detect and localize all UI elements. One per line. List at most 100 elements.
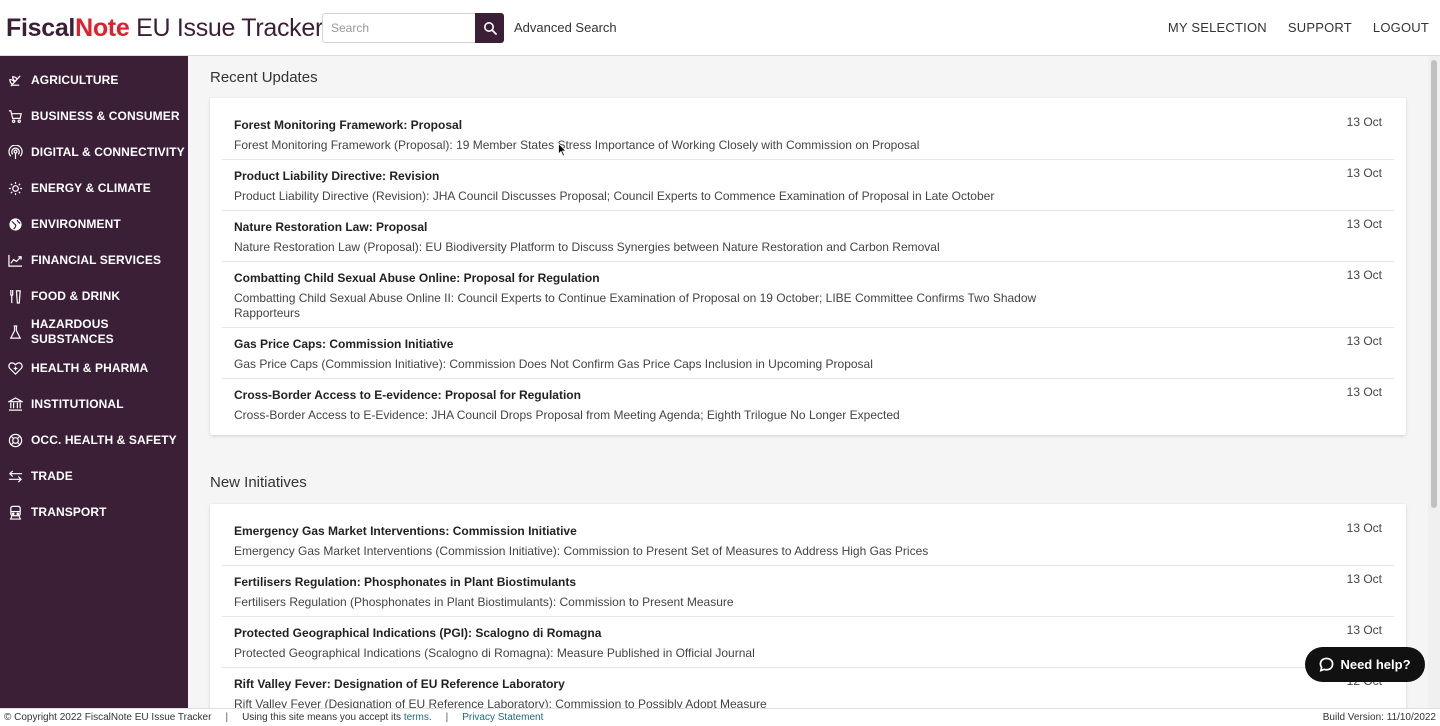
privacy-statement-link[interactable]: Privacy Statement	[462, 712, 543, 723]
sidebar-item-health-pharma[interactable]: HEALTH & PHARMA	[0, 350, 188, 386]
app-logo[interactable]: FiscalNote EU Issue Tracker	[6, 13, 323, 43]
item-description: Nature Restoration Law (Proposal): EU Bi…	[234, 240, 940, 254]
item-description: Forest Monitoring Framework (Proposal): …	[234, 138, 920, 152]
utensils-icon	[7, 288, 23, 304]
logo-note: Note	[75, 14, 130, 42]
list-item[interactable]: Combatting Child Sexual Abuse Online: Pr…	[222, 262, 1394, 328]
sidebar-item-occ-health-safety[interactable]: OCC. HEALTH & SAFETY	[0, 422, 188, 458]
scrollbar-thumb[interactable]	[1431, 60, 1437, 508]
list-item[interactable]: Protected Geographical Indications (PGI)…	[222, 617, 1394, 668]
main-content: Recent Updates Forest Monitoring Framewo…	[188, 56, 1428, 708]
item-title[interactable]: Product Liability Directive: Revision	[234, 168, 1382, 184]
building-icon	[7, 396, 23, 412]
top-nav: MY SELECTION SUPPORT LOGOUT	[1168, 20, 1429, 35]
item-title[interactable]: Emergency Gas Market Interventions: Comm…	[234, 523, 1382, 539]
need-help-button[interactable]: Need help?	[1305, 647, 1425, 682]
lifebuoy-icon	[7, 432, 23, 448]
sidebar-item-label: FOOD & DRINK	[31, 288, 121, 303]
sidebar-item-transport[interactable]: TRANSPORT	[0, 494, 188, 530]
item-title[interactable]: Rift Valley Fever: Designation of EU Ref…	[234, 676, 1382, 692]
item-description: Product Liability Directive (Revision): …	[234, 189, 995, 203]
chart-icon	[7, 252, 23, 268]
bus-icon	[7, 504, 23, 520]
sidebar-item-business-consumer[interactable]: BUSINESS & CONSUMER	[0, 98, 188, 134]
page-scrollbar[interactable]	[1428, 56, 1440, 708]
item-description: Protected Geographical Indications (Scal…	[234, 646, 755, 660]
sidebar-item-label: AGRICULTURE	[31, 72, 119, 87]
sun-icon	[7, 180, 23, 196]
list-item[interactable]: Fertilisers Regulation: Phosphonates in …	[222, 566, 1394, 617]
item-title[interactable]: Cross-Border Access to E-evidence: Propo…	[234, 387, 1382, 403]
sidebar-item-label: ENERGY & CLIMATE	[31, 180, 151, 195]
item-description: Fertilisers Regulation (Phosphonates in …	[234, 595, 734, 609]
item-description: Combatting Child Sexual Abuse Online II:…	[234, 291, 1037, 320]
new-initiatives-title: New Initiatives	[210, 474, 307, 491]
sidebar: AGRICULTURE BUSINESS & CONSUMER DIGITAL …	[0, 56, 188, 708]
item-title[interactable]: Forest Monitoring Framework: Proposal	[234, 117, 1382, 133]
sidebar-item-trade[interactable]: TRADE	[0, 458, 188, 494]
advanced-search-link[interactable]: Advanced Search	[514, 20, 617, 35]
logo-fiscal: Fiscal	[6, 14, 76, 42]
top-header: FiscalNote EU Issue Tracker Advanced Sea…	[0, 0, 1440, 56]
item-date: 13 Oct	[1346, 115, 1382, 129]
copyright-text: © Copyright 2022 FiscalNote EU Issue Tra…	[4, 712, 212, 723]
sidebar-item-energy-climate[interactable]: ENERGY & CLIMATE	[0, 170, 188, 206]
list-item[interactable]: Cross-Border Access to E-evidence: Propo…	[222, 379, 1394, 429]
search-button[interactable]	[475, 13, 504, 43]
list-item[interactable]: Emergency Gas Market Interventions: Comm…	[222, 515, 1394, 566]
list-item[interactable]: Forest Monitoring Framework: Proposal Fo…	[222, 109, 1394, 160]
sidebar-item-label: DIGITAL & CONNECTIVITY	[31, 144, 185, 159]
chat-bubble-icon	[1320, 657, 1334, 672]
sidebar-item-agriculture[interactable]: AGRICULTURE	[0, 62, 188, 98]
sidebar-item-hazardous-substances[interactable]: HAZARDOUS SUBSTANCES	[0, 314, 188, 350]
item-title[interactable]: Fertilisers Regulation: Phosphonates in …	[234, 574, 1382, 590]
item-date: 13 Oct	[1346, 166, 1382, 180]
footer-separator: |	[445, 712, 449, 723]
item-description: Emergency Gas Market Interventions (Comm…	[234, 544, 929, 558]
item-title[interactable]: Protected Geographical Indications (PGI)…	[234, 625, 1382, 641]
logo-product: EU Issue Tracker	[129, 14, 324, 42]
item-title[interactable]: Combatting Child Sexual Abuse Online: Pr…	[234, 270, 1382, 286]
item-date: 13 Oct	[1346, 385, 1382, 399]
globe-icon	[7, 216, 23, 232]
sidebar-item-label: FINANCIAL SERVICES	[31, 252, 162, 267]
new-initiatives-card: Emergency Gas Market Interventions: Comm…	[210, 504, 1406, 708]
need-help-label: Need help?	[1340, 657, 1411, 672]
footer-separator: |	[225, 712, 229, 723]
nav-support[interactable]: SUPPORT	[1288, 20, 1352, 35]
sidebar-item-institutional[interactable]: INSTITUTIONAL	[0, 386, 188, 422]
terms-prefix: Using this site means you accept its	[242, 712, 404, 723]
sidebar-item-environment[interactable]: ENVIRONMENT	[0, 206, 188, 242]
terms-suffix: .	[428, 712, 432, 723]
item-title[interactable]: Nature Restoration Law: Proposal	[234, 219, 1382, 235]
list-item[interactable]: Nature Restoration Law: Proposal Nature …	[222, 211, 1394, 262]
sidebar-item-label: TRANSPORT	[31, 504, 107, 519]
sidebar-item-label: HEALTH & PHARMA	[31, 360, 149, 375]
item-date: 13 Oct	[1346, 334, 1382, 348]
nav-my-selection[interactable]: MY SELECTION	[1168, 20, 1267, 35]
item-date: 13 Oct	[1346, 572, 1382, 586]
list-item[interactable]: Gas Price Caps: Commission Initiative Ga…	[222, 328, 1394, 379]
sidebar-item-label: HAZARDOUS SUBSTANCES	[31, 317, 114, 346]
item-description: Cross-Border Access to E-Evidence: JHA C…	[234, 408, 900, 422]
page-footer: © Copyright 2022 FiscalNote EU Issue Tra…	[0, 708, 1440, 726]
sidebar-item-digital-connectivity[interactable]: DIGITAL & CONNECTIVITY	[0, 134, 188, 170]
list-item[interactable]: Rift Valley Fever: Designation of EU Ref…	[222, 668, 1394, 708]
terms-text: Using this site means you accept its ter…	[242, 712, 432, 723]
item-title[interactable]: Gas Price Caps: Commission Initiative	[234, 336, 1382, 352]
item-description: Rift Valley Fever (Designation of EU Ref…	[234, 697, 767, 708]
search-input[interactable]	[322, 13, 475, 43]
item-date: 13 Oct	[1346, 623, 1382, 637]
arrows-icon	[7, 468, 23, 484]
wheat-icon	[7, 72, 23, 88]
terms-link[interactable]: terms	[404, 712, 429, 723]
nav-logout[interactable]: LOGOUT	[1373, 20, 1429, 35]
item-date: 13 Oct	[1346, 521, 1382, 535]
item-date: 13 Oct	[1346, 217, 1382, 231]
sidebar-item-financial-services[interactable]: FINANCIAL SERVICES	[0, 242, 188, 278]
search-bar	[322, 13, 504, 43]
recent-updates-card: Forest Monitoring Framework: Proposal Fo…	[210, 98, 1406, 435]
list-item[interactable]: Product Liability Directive: Revision Pr…	[222, 160, 1394, 211]
item-date: 13 Oct	[1346, 268, 1382, 282]
sidebar-item-food-drink[interactable]: FOOD & DRINK	[0, 278, 188, 314]
